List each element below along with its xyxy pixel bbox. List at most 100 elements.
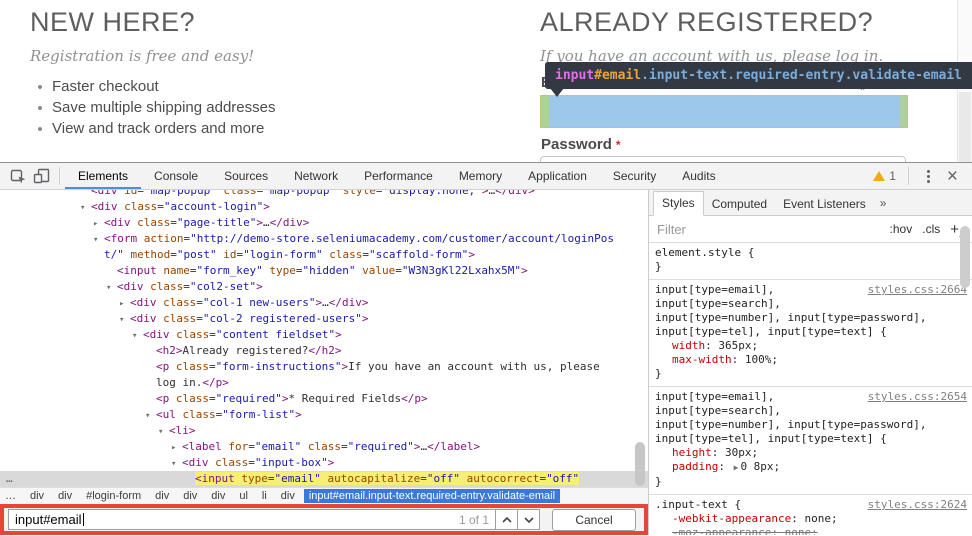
breadcrumb-item[interactable]: ul [234, 489, 253, 503]
tree-row[interactable]: ▸ <div class="page-title">…</div> [0, 215, 648, 231]
search-input[interactable]: input#email 1 of 1 [8, 509, 496, 530]
tree-row[interactable]: ▾ <li> [0, 423, 648, 439]
breadcrumb-item[interactable]: li [257, 489, 272, 503]
css-property[interactable]: max-width: 100%; [655, 353, 966, 367]
tree-row[interactable]: ▸ <div class="col-1 new-users">…</div> [0, 295, 648, 311]
styles-scrollbar-thumb[interactable] [960, 226, 970, 288]
tree-row[interactable]: ▾ <div class="content fieldset"> [0, 327, 648, 343]
expand-arrow-down-icon[interactable]: ▾ [119, 312, 124, 328]
breadcrumb-item-selected[interactable]: input#email.input-text.required-entry.va… [303, 489, 561, 503]
tree-row[interactable]: ▾ <div class="account-login"> [0, 199, 648, 215]
expand-arrow-down-icon[interactable]: ▾ [132, 328, 137, 344]
tree-row[interactable]: <input name="form_key" type="hidden" val… [0, 263, 648, 279]
tree-row[interactable]: <h2>Already registered?</h2> [0, 343, 648, 359]
tree-row[interactable]: ▸ <label for="email" class="required">…</… [0, 439, 648, 455]
filter-input[interactable]: Filter [657, 222, 686, 237]
tree-row[interactable]: <p class="required">* Required Fields</p… [0, 391, 648, 407]
cancel-button[interactable]: Cancel [552, 508, 636, 531]
toolbar-divider [59, 167, 60, 185]
css-property[interactable]: -moz-appearance: none; [655, 526, 966, 535]
css-selector-line: input[type=number], input[type=password]… [655, 311, 927, 324]
stylesheet-link[interactable]: styles.css:2664 [868, 283, 967, 297]
more-options-icon[interactable] [921, 166, 936, 187]
sidebar-tabs: Styles Computed Event Listeners» [649, 190, 972, 216]
expand-arrow-down-icon[interactable]: ▾ [80, 200, 85, 216]
tab-elements[interactable]: Elements [65, 163, 141, 189]
tree-row-selected[interactable]: <input type="email" autocapitalize="off"… [0, 471, 648, 487]
expand-arrow-down-icon[interactable]: ▾ [145, 408, 150, 424]
sidebar-tabs-overflow-icon[interactable]: » [874, 192, 893, 215]
expand-arrow-right-icon[interactable]: ▸ [119, 296, 124, 312]
warning-icon [873, 171, 886, 181]
breadcrumb-item[interactable]: div [53, 489, 77, 503]
expand-arrow-down-icon[interactable]: ▾ [93, 232, 98, 248]
stylesheet-link[interactable]: styles.css:2654 [868, 390, 967, 404]
breadcrumb-item[interactable]: div [150, 489, 174, 503]
password-label: Password * [541, 136, 621, 153]
css-property[interactable]: height: 30px; [655, 446, 966, 460]
tree-row[interactable]: <p class="form-instructions">If you have… [0, 359, 648, 391]
expand-arrow-down-icon[interactable]: ▾ [106, 280, 111, 296]
breadcrumb-item[interactable]: div [178, 489, 202, 503]
css-property[interactable]: padding: ▶ 0 8px; [655, 460, 966, 475]
inspect-padding-overlay [899, 96, 907, 127]
warnings-badge[interactable]: 1 [873, 169, 896, 183]
previous-match-button[interactable] [495, 509, 518, 530]
breadcrumb-item[interactable]: div [276, 489, 300, 503]
password-input[interactable] [540, 156, 906, 162]
inspect-element-icon[interactable] [6, 165, 30, 187]
sidebar-tab-event-listeners[interactable]: Event Listeners [775, 193, 874, 216]
email-input-highlighted[interactable] [540, 95, 908, 128]
toggle-classes[interactable]: .cls [922, 222, 940, 236]
css-selector-line: input[type=search], [655, 297, 781, 310]
tab-sources[interactable]: Sources [211, 163, 281, 189]
tab-security[interactable]: Security [600, 163, 669, 189]
inspect-content-overlay [549, 96, 899, 127]
devtools-window: Elements Console Sources Network Performance… [0, 163, 972, 535]
expand-arrow-down-icon[interactable]: ▾ [171, 456, 176, 472]
css-selector-line: input[type=tel], input[type=text] { [655, 325, 887, 338]
benefit-item: Faster checkout [36, 76, 275, 97]
tree-row[interactable]: ▾ <form action="http://demo-store.seleniu… [0, 231, 648, 263]
device-toolbar-icon[interactable] [30, 165, 54, 187]
tab-network[interactable]: Network [281, 163, 351, 189]
breadcrumb-item[interactable]: … [0, 489, 21, 503]
styles-filter-bar: Filter :hov .cls + [649, 216, 972, 243]
row-overflow-menu-icon[interactable]: … [6, 471, 14, 487]
tab-audits[interactable]: Audits [669, 163, 728, 189]
toggle-hover-state[interactable]: :hov [890, 222, 913, 236]
breadcrumb-item[interactable]: div [25, 489, 49, 503]
registration-subtitle: Registration is free and easy! [30, 47, 255, 65]
next-match-button[interactable] [517, 509, 540, 530]
css-rule: styles.css:2624 .input-text {-webkit-appe… [649, 495, 972, 535]
css-property[interactable]: width: 365px; [655, 339, 966, 353]
tab-performance[interactable]: Performance [351, 163, 446, 189]
expand-arrow-down-icon[interactable]: ▾ [158, 424, 163, 440]
tab-application[interactable]: Application [515, 163, 600, 189]
page-scrollbar-thumb[interactable] [959, 92, 971, 162]
breadcrumb-item[interactable]: div [206, 489, 230, 503]
devtools-tabs: Elements Console Sources Network Performance… [65, 163, 729, 189]
css-selector-line: input[type=tel], input[type=text] { [655, 432, 887, 445]
tab-console[interactable]: Console [141, 163, 211, 189]
tab-memory[interactable]: Memory [446, 163, 515, 189]
tree-row[interactable]: ▾ <div class="col2-set"> [0, 279, 648, 295]
devtools-main: <div id="map-popup" class="map-popup" st… [0, 190, 972, 535]
css-property[interactable]: -webkit-appearance: none; [655, 512, 966, 526]
styles-sidebar: Styles Computed Event Listeners» Filter :h… [648, 190, 972, 535]
tree-row[interactable]: ▾ <div class="col-2 registered-users"> [0, 311, 648, 327]
sidebar-tab-computed[interactable]: Computed [704, 193, 775, 216]
tree-row[interactable]: ▾ <div class="input-box"> [0, 455, 648, 471]
breadcrumb: … div div #login-form div div div ul li div input#… [0, 487, 648, 504]
stylesheet-link[interactable]: styles.css:2624 [868, 498, 967, 512]
text-cursor [82, 513, 84, 526]
expand-arrow-right-icon[interactable]: ▸ [171, 440, 176, 456]
tree-row[interactable]: <div id="map-popup" class="map-popup" st… [0, 190, 648, 199]
sidebar-tab-styles[interactable]: Styles [653, 191, 704, 216]
expand-arrow-right-icon[interactable]: ▸ [93, 216, 98, 232]
tree-row[interactable]: ▾ <ul class="form-list"> [0, 407, 648, 423]
elements-scrollbar-thumb[interactable] [635, 442, 645, 486]
close-icon[interactable]: × [943, 167, 962, 186]
css-rules-list: element.style {} styles.css:2664 input[typ… [649, 243, 972, 535]
breadcrumb-item[interactable]: #login-form [81, 489, 146, 503]
